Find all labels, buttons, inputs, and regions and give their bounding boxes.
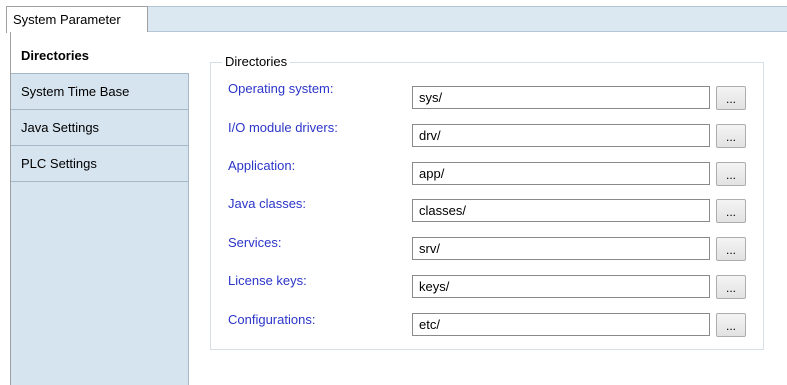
configurations-field[interactable]: etc/ <box>412 313 710 336</box>
java-classes-label: Java classes: <box>228 196 307 211</box>
services-browse-button[interactable]: ... <box>716 237 746 261</box>
io-module-drivers-label: I/O module drivers: <box>228 120 338 135</box>
groupbox-title: Directories <box>222 54 291 69</box>
configurations-label: Configurations: <box>228 312 316 327</box>
sidebar: Directories System Time Base Java Settin… <box>11 38 189 385</box>
sidebar-item-system-time-base[interactable]: System Time Base <box>11 74 188 110</box>
operating-system-browse-button[interactable]: ... <box>716 86 746 110</box>
tab-strip-background <box>148 6 787 32</box>
services-field[interactable]: srv/ <box>412 237 710 260</box>
configurations-browse-button[interactable]: ... <box>716 313 746 337</box>
license-keys-browse-button[interactable]: ... <box>716 275 746 299</box>
sidebar-item-java-settings[interactable]: Java Settings <box>11 110 188 146</box>
sidebar-item-directories[interactable]: Directories <box>11 38 189 74</box>
application-browse-button[interactable]: ... <box>716 162 746 186</box>
io-module-drivers-browse-button[interactable]: ... <box>716 124 746 148</box>
operating-system-field[interactable]: sys/ <box>412 86 710 109</box>
services-label: Services: <box>228 235 282 250</box>
sidebar-item-plc-settings[interactable]: PLC Settings <box>11 146 188 182</box>
tab-bar: System Parameter <box>0 0 787 33</box>
operating-system-label: Operating system: <box>228 81 334 96</box>
tab-system-parameter[interactable]: System Parameter <box>6 6 148 33</box>
application-field[interactable]: app/ <box>412 162 710 185</box>
license-keys-label: License keys: <box>228 273 307 288</box>
io-module-drivers-field[interactable]: drv/ <box>412 124 710 147</box>
license-keys-field[interactable]: keys/ <box>412 275 710 298</box>
java-classes-field[interactable]: classes/ <box>412 199 710 222</box>
java-classes-browse-button[interactable]: ... <box>716 199 746 223</box>
application-label: Application: <box>228 158 296 173</box>
